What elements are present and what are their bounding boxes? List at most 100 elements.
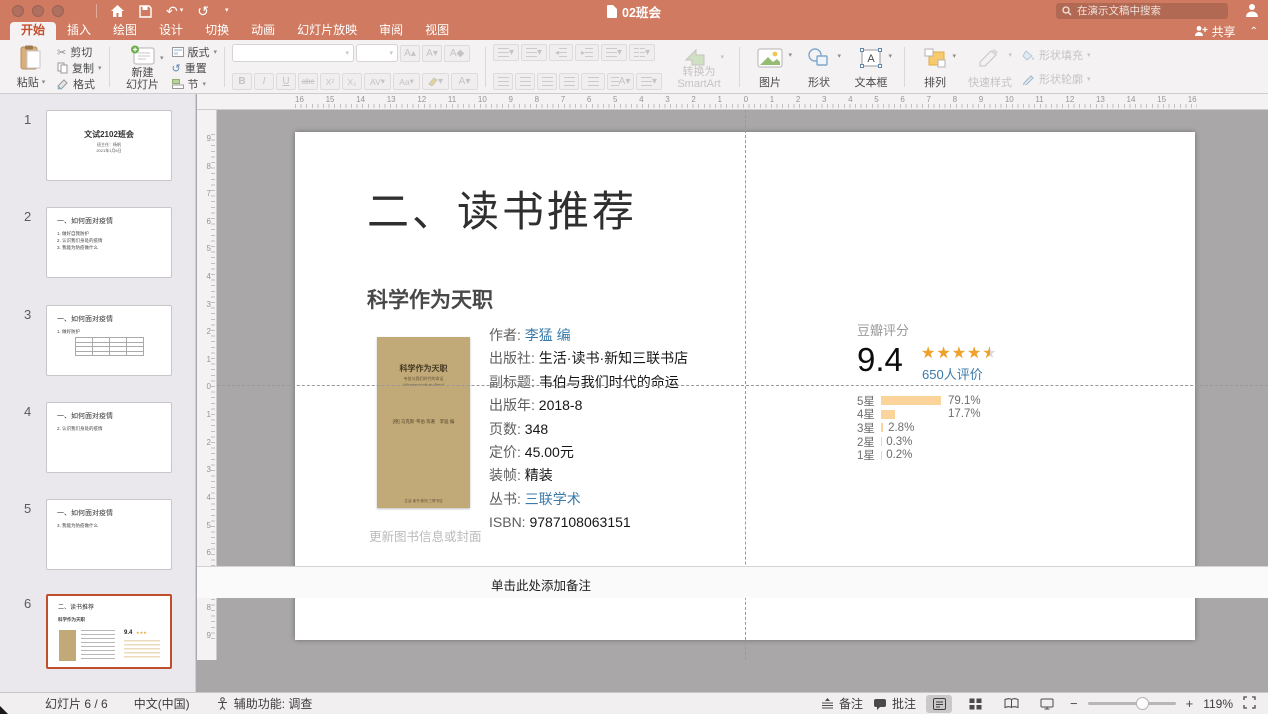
notes-placeholder[interactable]: 单击此处添加备注 [491,575,591,594]
text-direction-button[interactable]: A▾ [607,73,634,90]
ruler-number: 14 [356,95,365,104]
columns-button[interactable]: ▾ [629,44,655,61]
search-box[interactable] [1056,3,1228,19]
slideshow-view-button[interactable] [1034,695,1060,713]
subscript-button[interactable]: X₂ [342,73,362,90]
thumbnail-slide-2[interactable]: 2 一、如何面对疫情 1. 做好自我防护 2. 认识我们身处的疫情 3. 我能为… [0,207,196,278]
increase-font-button[interactable]: A▴ [400,45,420,62]
clear-formatting-button[interactable]: A◆ [444,45,470,62]
format-painter-button[interactable]: 格式 [57,76,102,92]
numbering-button[interactable]: ▾ [521,44,547,61]
arrange-icon [923,47,947,69]
book-info-list[interactable]: 作者: 李猛 编 出版社: 生活·读书·新知三联书店 副标题: 韦伯与我们时代的… [489,324,688,535]
thumb-score: 9.4 [124,630,132,636]
underline-button[interactable]: U [276,73,296,90]
ruler-number: 6 [900,95,904,104]
textbox-button[interactable]: A ▾ 文本框 [845,43,897,91]
bold-button[interactable]: B [232,73,252,90]
tab-draw[interactable]: 绘图 [102,22,148,40]
slide-title[interactable]: 二、读书推荐 [367,178,637,239]
thumbnail-slide-5[interactable]: 5 一、如何面对疫情 3. 我能为防疫做什么 [0,499,196,570]
text-highlight-button[interactable]: ▾ [422,73,449,90]
reset-button[interactable]: ↺ 重置 [172,60,218,76]
quick-styles-button[interactable]: ▾ 快速样式 [961,43,1019,91]
notes-toggle[interactable]: 备注 [821,695,863,712]
thumbnail-slide-1[interactable]: 1 文试2102班会 班主任：杨帆2021年1月6日 [0,110,196,181]
tab-animations[interactable]: 动画 [240,22,286,40]
tab-slideshow[interactable]: 幻灯片放映 [286,22,368,40]
tabrow-right: 共享 ⌃ [1194,22,1258,40]
paste-button[interactable]: 粘贴▾ [8,43,54,91]
shape-outline-button[interactable]: 形状轮廓 ▾ [1022,71,1091,87]
douban-rating-block[interactable]: 豆瓣评分 9.4 ★★★★★ ★★★★★ 650人评价 5星79.1% 4星17… [857,320,1187,339]
convert-smartart-button[interactable]: ▾ 转换为SmartArt [666,43,732,91]
change-case-button[interactable]: Aa▾ [393,73,420,90]
italic-button[interactable]: I [254,73,274,90]
book-title[interactable]: 科学作为天职 [367,284,493,314]
increase-indent-button[interactable]: ▸ [575,44,599,61]
tab-view[interactable]: 视图 [414,22,460,40]
bullets-button[interactable]: ▾ [493,44,519,61]
section-button[interactable]: 节 ▾ [172,76,218,92]
reading-view-button[interactable] [998,695,1024,713]
cut-button[interactable]: ✂ 剪切 [57,44,102,60]
shapes-button[interactable]: ▾ 形状 [796,43,842,91]
new-slide-button[interactable]: ▾ 新建幻灯片 [117,43,169,91]
notes-icon [821,698,834,709]
zoom-level[interactable]: 119% [1203,697,1233,711]
zoom-out-button[interactable]: − [1070,696,1078,711]
tab-insert[interactable]: 插入 [56,22,102,40]
textbox-icon: A [859,47,883,69]
layout-button[interactable]: 版式 ▾ [172,44,218,60]
align-right-button[interactable] [537,73,557,90]
font-group: ▾ ▾ A▴ A▾ A◆ B I U abc X² X₂ AV▾ Aa▾ ▾ A… [230,43,480,91]
horizontal-guide[interactable] [217,385,1268,386]
arrange-button[interactable]: ▾ 排列 [912,43,958,91]
tab-transitions[interactable]: 切换 [194,22,240,40]
decrease-indent-button[interactable]: ◂ [549,44,573,61]
align-text-button[interactable]: ▾ [636,73,662,90]
normal-view-button[interactable] [926,695,952,713]
notes-pane[interactable]: 单击此处添加备注 [197,566,1268,598]
font-size-combo[interactable]: ▾ [356,44,398,62]
account-icon[interactable] [1244,2,1260,23]
fit-to-window-button[interactable] [1243,696,1256,712]
zoom-slider-knob[interactable] [1136,697,1149,710]
line-spacing-button[interactable]: ▾ [601,44,627,61]
font-name-combo[interactable]: ▾ [232,44,354,62]
share-button[interactable]: 共享 [1194,23,1236,40]
slide-sorter-view-button[interactable] [962,695,988,713]
justify-button[interactable] [559,73,579,90]
decrease-font-button[interactable]: A▾ [422,45,442,62]
shape-fill-button[interactable]: 形状填充 ▾ [1022,47,1091,63]
zoom-slider[interactable] [1088,702,1176,705]
zoom-in-button[interactable]: + [1186,696,1194,711]
search-input[interactable] [1077,5,1222,17]
superscript-button[interactable]: X² [320,73,340,90]
picture-button[interactable]: ▾ 图片 [747,43,793,91]
thumbnail-slide-3[interactable]: 3 一、如何面对疫情 1. 做好防护 [0,305,196,376]
character-spacing-button[interactable]: AV▾ [364,73,391,90]
collapse-ribbon-icon[interactable]: ⌃ [1250,26,1258,37]
star-rating-icon: ★★★★★ ★★★★★ [921,346,998,362]
language-indicator[interactable]: 中文(中国) [134,695,190,712]
tab-design[interactable]: 设计 [148,22,194,40]
clipboard-group: 粘贴▾ ✂ 剪切 复制 ▾ 格式 [6,43,104,91]
tab-home[interactable]: 开始 [10,22,56,40]
accessibility-status[interactable]: 辅助功能: 调查 [216,695,313,712]
font-color-button[interactable]: A▾ [451,73,478,90]
thumbnail-slide-6-selected[interactable]: 6 二、读书推荐 科学作为天职 9.4 ★★★ [0,594,196,669]
comments-toggle[interactable]: 批注 [873,695,916,712]
tab-review[interactable]: 审阅 [368,22,414,40]
book-cover[interactable]: 科学作为天职 韦伯与我们时代的命运 Wissenschaft als Beruf… [377,337,470,508]
align-center-button[interactable] [515,73,535,90]
distribute-button[interactable] [581,73,605,90]
layout-label: 版式 [188,44,210,60]
highlighter-icon [428,77,438,86]
copy-button[interactable]: 复制 ▾ [57,60,102,76]
thumbnail-slide-4[interactable]: 4 一、如何面对疫情 2. 认识我们身处的疫情 [0,402,196,473]
align-left-button[interactable] [493,73,513,90]
strikethrough-button[interactable]: abc [298,73,318,90]
ruler-number: 2 [691,95,695,104]
pencil-icon [1022,74,1035,85]
